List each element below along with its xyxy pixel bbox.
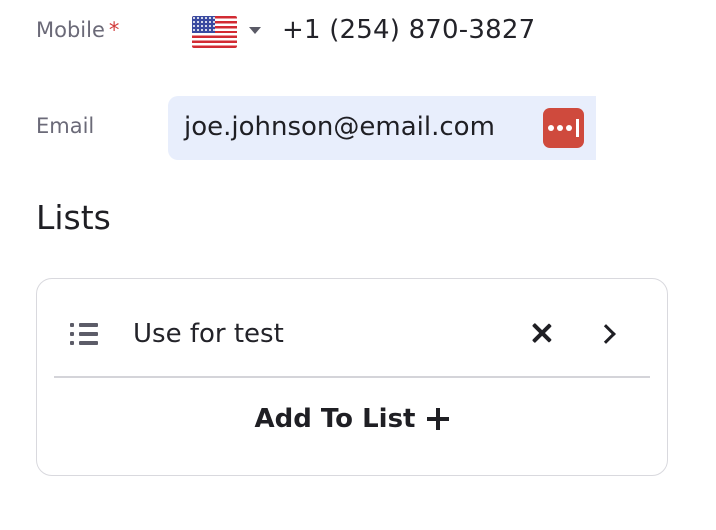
email-label: Email (36, 114, 95, 138)
password-manager-icon[interactable] (543, 108, 584, 148)
required-mark: * (108, 18, 120, 42)
chevron-right-icon[interactable] (599, 323, 615, 345)
us-flag-icon[interactable] (192, 16, 237, 48)
lists-card: Use for test Add To List (36, 278, 668, 476)
list-icon (70, 323, 98, 347)
lists-title: Lists (36, 198, 111, 237)
divider (54, 376, 650, 378)
list-item-label: Use for test (133, 319, 284, 349)
mobile-phone-input[interactable]: +1 (254) 870-3827 (282, 15, 535, 45)
remove-list-close-icon[interactable] (531, 322, 553, 344)
mobile-label: Mobile * (36, 18, 119, 42)
add-to-list-button[interactable]: Add To List (37, 397, 667, 441)
add-to-list-label: Add To List (254, 404, 416, 434)
email-field[interactable]: joe.johnson@email.com (168, 96, 596, 160)
country-dropdown-caret-icon[interactable] (249, 27, 261, 34)
mobile-label-text: Mobile (36, 18, 105, 42)
plus-icon (427, 408, 450, 430)
list-item[interactable]: Use for test (37, 279, 667, 377)
email-value[interactable]: joe.johnson@email.com (184, 112, 495, 142)
